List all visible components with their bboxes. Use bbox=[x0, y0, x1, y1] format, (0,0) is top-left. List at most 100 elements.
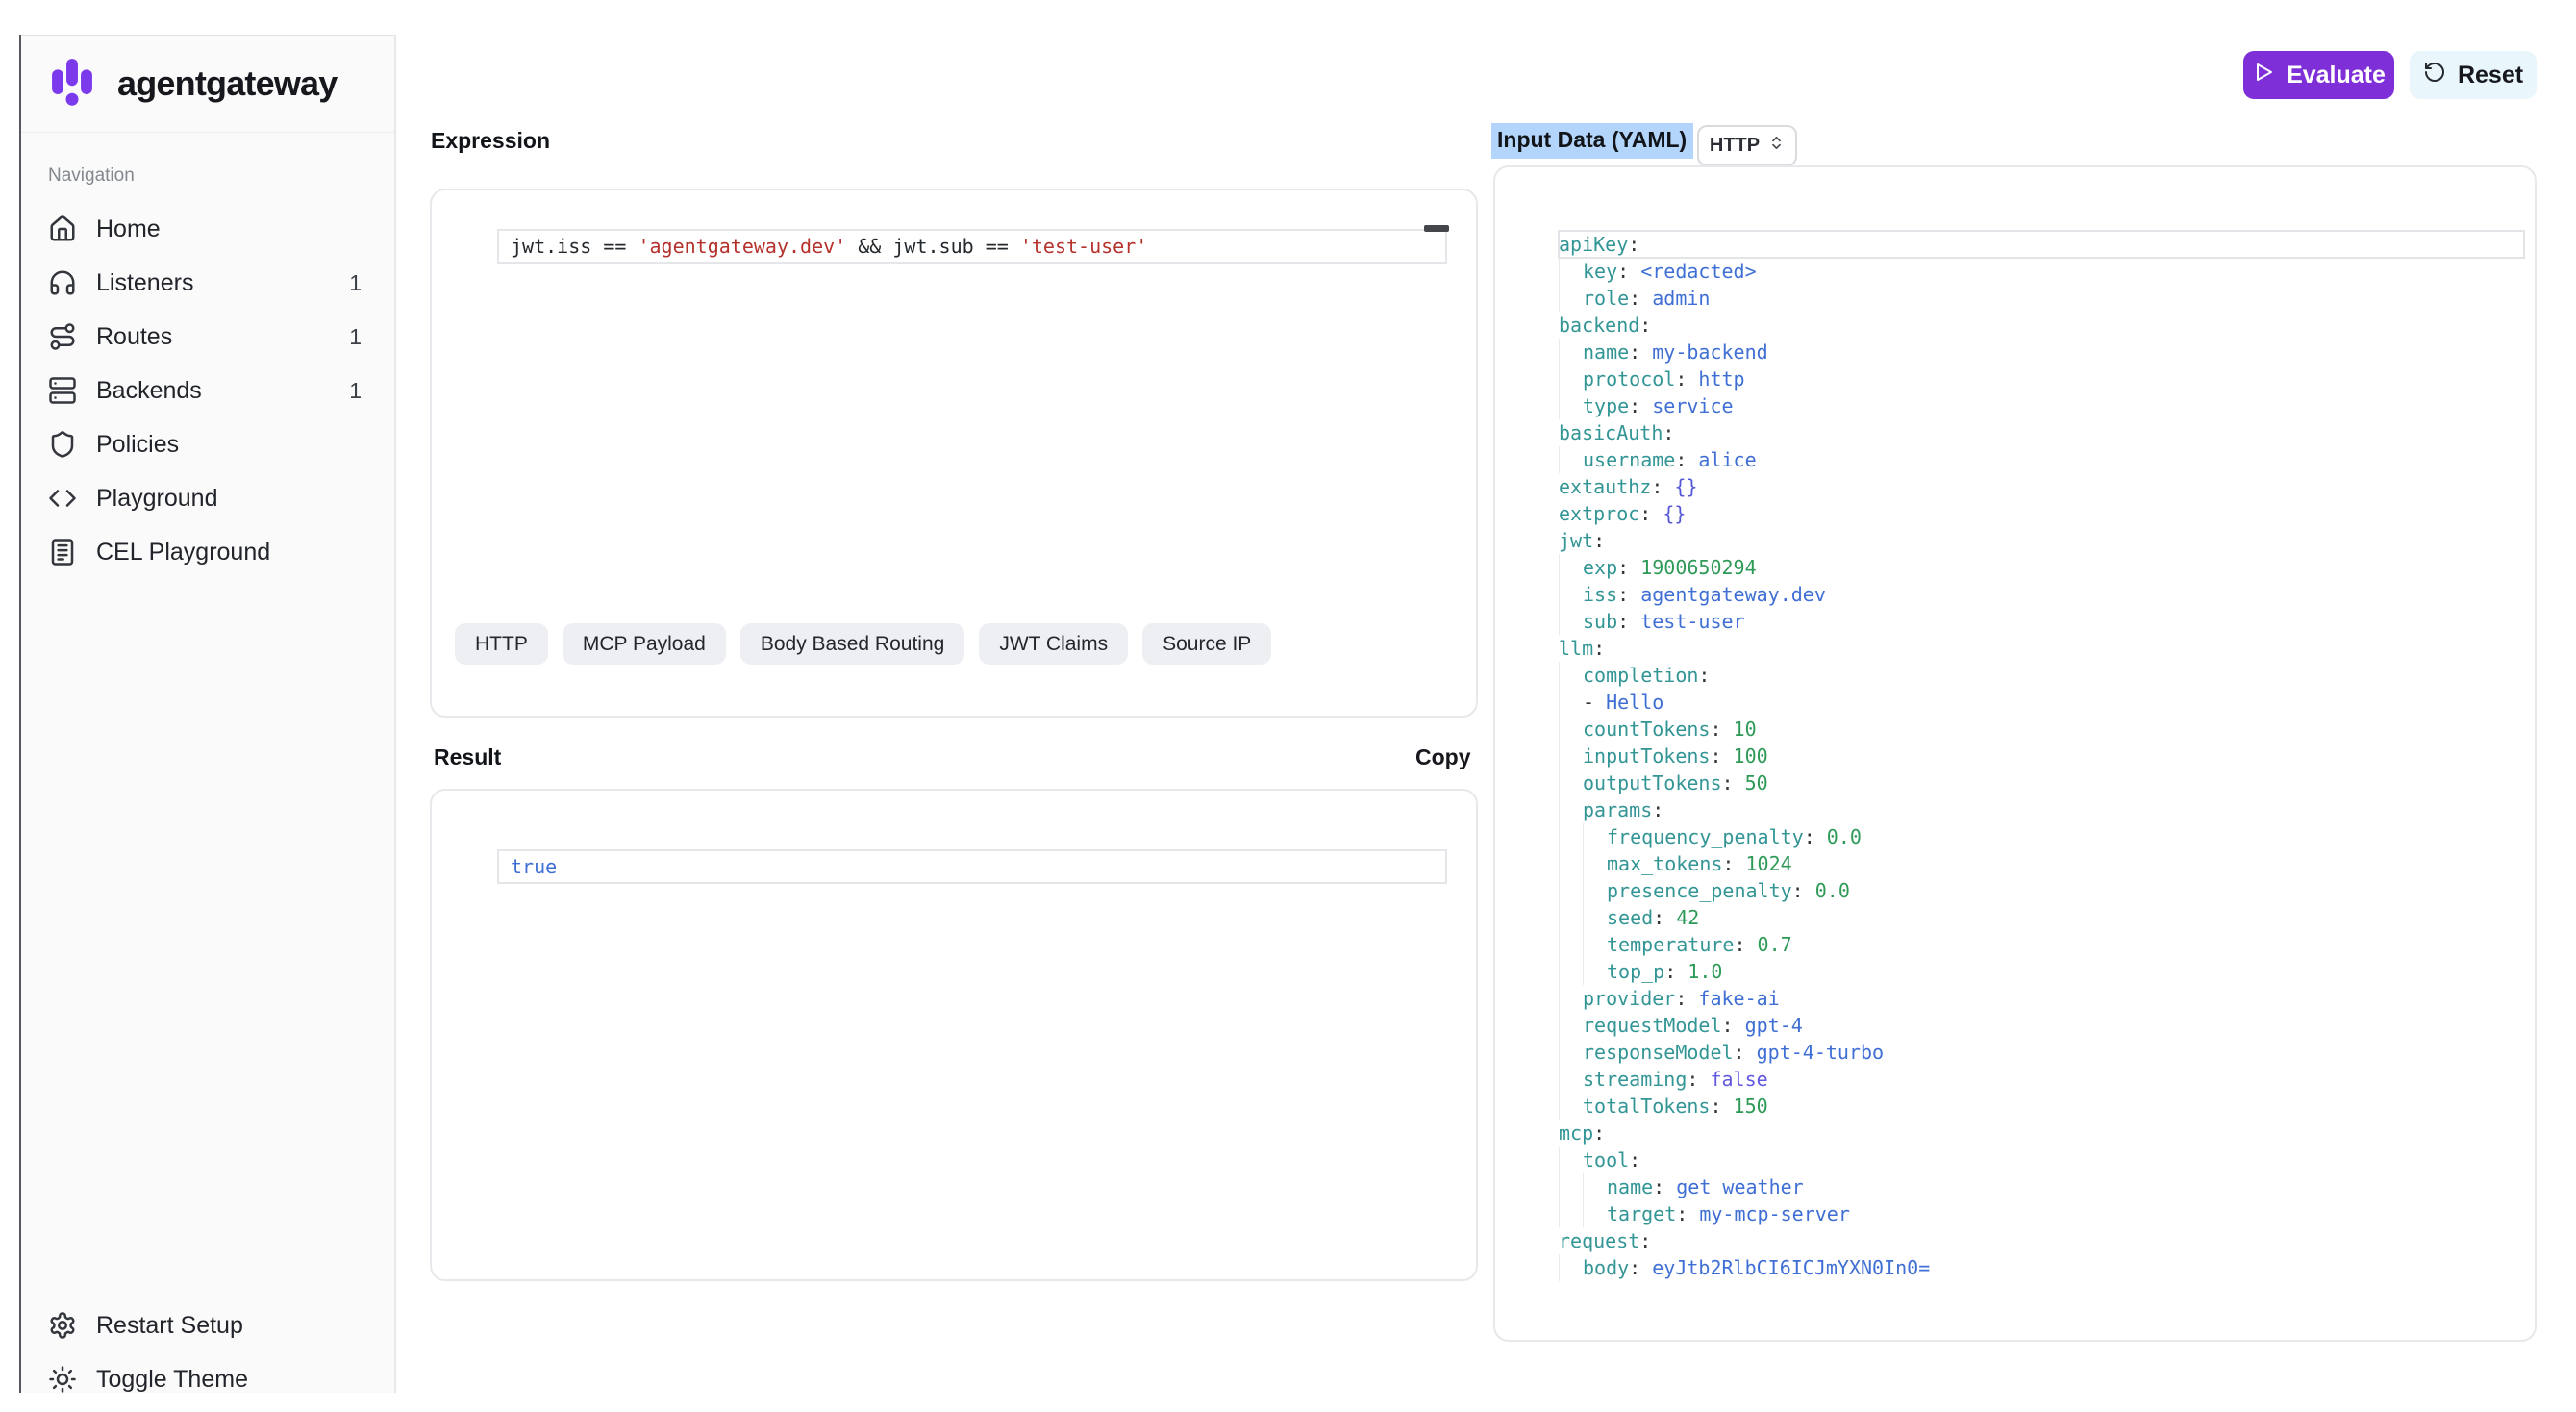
yaml-token-punc: : bbox=[1617, 260, 1629, 283]
count-badge: 1 bbox=[349, 324, 362, 350]
copy-button[interactable]: Copy bbox=[1415, 744, 1471, 770]
yaml-token-str: <redacted> bbox=[1629, 260, 1756, 283]
indent-guide bbox=[1559, 877, 1583, 904]
yaml-token-punc: : bbox=[1652, 798, 1663, 821]
indent-guide bbox=[1583, 823, 1607, 850]
indent-guide bbox=[1559, 1066, 1583, 1093]
home-icon bbox=[48, 214, 77, 243]
indent-guide bbox=[1559, 1012, 1583, 1039]
indent-guide bbox=[1559, 285, 1583, 312]
yaml-token-key: max_tokens bbox=[1607, 852, 1722, 875]
yaml-line: outputTokens: 50 bbox=[1559, 769, 2524, 796]
yaml-token-key: seed bbox=[1607, 906, 1653, 929]
yaml-token-brace: {} bbox=[1651, 502, 1686, 525]
reset-button[interactable]: Reset bbox=[2410, 51, 2537, 99]
tag-body-based-routing[interactable]: Body Based Routing bbox=[740, 623, 964, 665]
yaml-line: key: <redacted> bbox=[1559, 258, 2524, 285]
yaml-token-key: basicAuth bbox=[1559, 421, 1663, 444]
indent-guide bbox=[1583, 877, 1607, 904]
evaluate-button[interactable]: Evaluate bbox=[2243, 51, 2394, 99]
tag-jwt-claims[interactable]: JWT Claims bbox=[979, 623, 1128, 665]
brand[interactable]: agentgateway bbox=[21, 36, 394, 133]
sidebar-item-routes[interactable]: Routes1 bbox=[21, 310, 394, 364]
yaml-line: temperature: 0.7 bbox=[1559, 931, 2524, 958]
yaml-token-key: inputTokens bbox=[1583, 744, 1710, 768]
yaml-line: params: bbox=[1559, 796, 2524, 823]
tag-http[interactable]: HTTP bbox=[455, 623, 548, 665]
yaml-token-key: extproc bbox=[1559, 502, 1639, 525]
yaml-line: provider: fake-ai bbox=[1559, 985, 2524, 1012]
yaml-token-key: protocol bbox=[1583, 367, 1675, 391]
yaml-token-punc: : bbox=[1710, 1095, 1721, 1118]
input-data-card: apiKey:key: <redacted>role: adminbackend… bbox=[1493, 165, 2537, 1342]
sidebar-item-backends[interactable]: Backends1 bbox=[21, 364, 394, 417]
tag-mcp-payload[interactable]: MCP Payload bbox=[563, 623, 726, 665]
sidebar-item-policies[interactable]: Policies bbox=[21, 417, 394, 471]
yaml-token-key: apiKey bbox=[1559, 233, 1628, 256]
sidebar: agentgateway Navigation HomeListeners1Ro… bbox=[21, 35, 396, 1393]
yaml-token-key: mcp bbox=[1559, 1122, 1593, 1145]
sidebar-item-playground[interactable]: Playground bbox=[21, 471, 394, 525]
yaml-token-num: 1024 bbox=[1734, 852, 1791, 875]
gear-icon bbox=[48, 1311, 77, 1340]
yaml-token-punc: : bbox=[1675, 987, 1687, 1010]
indent-guide bbox=[1583, 1200, 1607, 1227]
yaml-token-str: Hello bbox=[1606, 691, 1663, 714]
yaml-token-key: streaming bbox=[1583, 1068, 1687, 1091]
yaml-token-str: alice bbox=[1687, 448, 1756, 471]
nav-items: HomeListeners1Routes1Backends1PoliciesPl… bbox=[21, 202, 394, 579]
yaml-line: llm: bbox=[1559, 635, 2524, 662]
indent-guide bbox=[1559, 958, 1583, 985]
yaml-token-punc: : bbox=[1639, 1229, 1651, 1252]
sun-icon bbox=[48, 1365, 77, 1394]
yaml-line: presence_penalty: 0.0 bbox=[1559, 877, 2524, 904]
yaml-token-punc: : bbox=[1629, 340, 1640, 364]
yaml-token-key: key bbox=[1583, 260, 1617, 283]
yaml-token-key: temperature bbox=[1607, 933, 1734, 956]
yaml-line: exp: 1900650294 bbox=[1559, 554, 2524, 581]
result-output[interactable]: true bbox=[497, 849, 1447, 884]
yaml-token-punc: : bbox=[1675, 448, 1687, 471]
sidebar-item-toggle-theme[interactable]: Toggle Theme bbox=[21, 1352, 392, 1406]
yaml-token-punc: : bbox=[1639, 314, 1651, 337]
headphones-icon bbox=[48, 268, 77, 297]
expression-editor[interactable]: jwt.iss == 'agentgateway.dev' && jwt.sub… bbox=[497, 229, 1447, 264]
yaml-token-punc: : bbox=[1651, 475, 1663, 498]
yaml-line: jwt: bbox=[1559, 527, 2524, 554]
indent-guide bbox=[1583, 1173, 1607, 1200]
expression-card: jwt.iss == 'agentgateway.dev' && jwt.sub… bbox=[430, 189, 1478, 718]
yaml-token-punc: : bbox=[1710, 718, 1721, 741]
yaml-token-key: completion bbox=[1583, 664, 1698, 687]
result-card: true bbox=[430, 789, 1478, 1281]
input-data-title: Input Data (YAML) bbox=[1491, 123, 1693, 159]
yaml-line: totalTokens: 150 bbox=[1559, 1093, 2524, 1120]
yaml-token-key: iss bbox=[1583, 583, 1617, 606]
yaml-token-punc: : bbox=[1663, 421, 1674, 444]
yaml-token-key: top_p bbox=[1607, 960, 1664, 983]
editor-scrollbar-thumb[interactable] bbox=[1424, 225, 1449, 232]
yaml-token-punc: : bbox=[1675, 367, 1687, 391]
sidebar-item-home[interactable]: Home bbox=[21, 202, 394, 256]
yaml-token-key: params bbox=[1583, 798, 1652, 821]
yaml-token-num: 150 bbox=[1722, 1095, 1768, 1118]
expression-token: && jwt.sub == bbox=[846, 235, 1020, 258]
yaml-line: basicAuth: bbox=[1559, 419, 2524, 446]
yaml-line: seed: 42 bbox=[1559, 904, 2524, 931]
yaml-line: tool: bbox=[1559, 1147, 2524, 1173]
sidebar-item-listeners[interactable]: Listeners1 bbox=[21, 256, 394, 310]
sidebar-item-cel-playground[interactable]: CEL Playground bbox=[21, 525, 394, 579]
yaml-token-key: responseModel bbox=[1583, 1041, 1734, 1064]
yaml-token-key: tool bbox=[1583, 1148, 1629, 1172]
result-value: true bbox=[511, 855, 557, 878]
count-badge: 1 bbox=[349, 270, 362, 296]
yaml-token-key: countTokens bbox=[1583, 718, 1710, 741]
yaml-token-brace: {} bbox=[1663, 475, 1697, 498]
yaml-line: request: bbox=[1559, 1227, 2524, 1254]
yaml-token-punc: : bbox=[1792, 879, 1804, 902]
sidebar-item-restart-setup[interactable]: Restart Setup bbox=[21, 1299, 392, 1352]
cel-playground-page: agentgateway Navigation HomeListeners1Ro… bbox=[0, 0, 2576, 1412]
yaml-editor[interactable]: apiKey:key: <redacted>role: adminbackend… bbox=[1559, 231, 2524, 1281]
indent-guide bbox=[1559, 716, 1583, 743]
tag-source-ip[interactable]: Source IP bbox=[1142, 623, 1271, 665]
input-type-select[interactable]: HTTP bbox=[1697, 125, 1797, 166]
